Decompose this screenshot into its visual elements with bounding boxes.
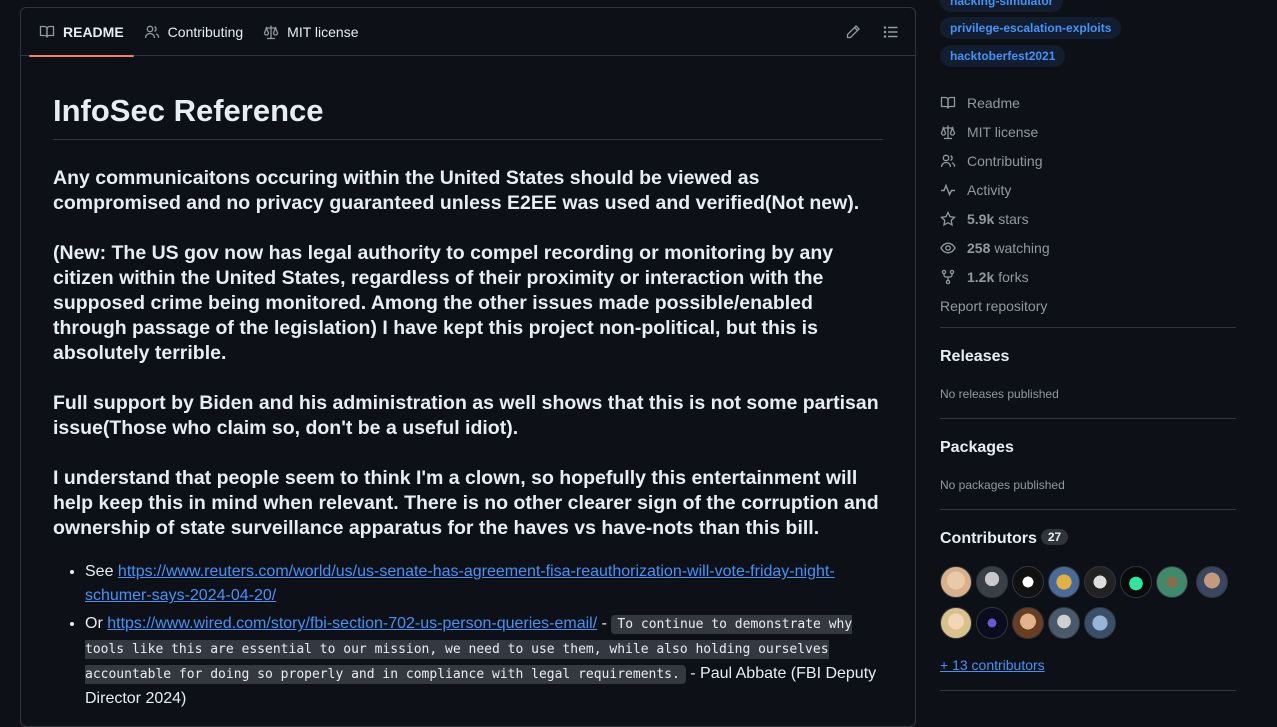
reuters-link[interactable]: https://www.reuters.com/world/us/us-sena… [85,563,835,604]
meta-label: Activity [967,181,1012,198]
repo-meta-list: Readme MIT license Contributing Activity… [940,88,1236,320]
fork-icon [940,269,956,285]
contributors-title[interactable]: Contributors 27 [940,529,1069,548]
divider [940,418,1236,419]
avatar[interactable] [1012,566,1044,598]
contributors-count-badge: 27 [1040,529,1069,545]
meta-stars[interactable]: 5.9k stars [940,204,1236,233]
report-repository-link[interactable]: Report repository [940,291,1236,320]
packages-subtitle: No packages published [940,478,1065,492]
readme-paragraph: Full support by Biden and his administra… [53,392,879,440]
divider [940,509,1236,510]
meta-label: forks [998,268,1029,285]
list-item: Or https://www.wired.com/story/fbi-secti… [85,612,883,711]
releases-title[interactable]: Releases [940,348,1009,366]
meta-readme[interactable]: Readme [940,88,1236,117]
avatar[interactable] [1120,566,1152,598]
tab-label: MIT license [287,23,359,40]
readme-list: See https://www.reuters.com/world/us/us-… [53,560,883,711]
meta-label: stars [998,210,1029,227]
eye-icon [940,240,956,256]
outline-button[interactable] [875,16,907,48]
meta-label: watching [994,239,1050,256]
readme-actions [831,8,907,56]
meta-license[interactable]: MIT license [940,117,1236,146]
edit-button[interactable] [837,16,869,48]
avatar[interactable] [1012,607,1044,639]
topic-tag[interactable]: privilege-escalation-exploits [940,17,1122,39]
more-contributors-link[interactable]: + 13 contributors [940,657,1045,673]
topic-tag[interactable]: hacktoberfest2021 [940,45,1066,67]
readme-panel: README Contributing MIT license InfoSec … [20,7,916,727]
avatar[interactable] [940,607,972,639]
readme-paragraph: I understand that people seem to think I… [53,467,879,540]
readme-content: InfoSec Reference Any communicaitons occ… [21,92,915,711]
readme-paragraph: Any communicaitons occuring within the U… [53,167,860,215]
pencil-icon [845,24,861,40]
book-icon [39,24,55,40]
list-item-prefix: Or [85,615,108,633]
tab-label: Contributing [167,23,244,40]
pulse-icon [940,182,956,198]
meta-activity[interactable]: Activity [940,175,1236,204]
topic-tag[interactable]: hacking-simulator [940,0,1064,12]
meta-count: 5.9k [967,210,995,227]
book-icon [940,95,956,111]
avatar[interactable] [1156,566,1188,598]
topic-row: hacking-simulator [940,0,1064,12]
tab-license[interactable]: MIT license [253,8,368,56]
topic-row: privilege-escalation-exploits [940,17,1122,39]
meta-count: 1.2k [967,268,995,285]
list-item: See https://www.reuters.com/world/us/us-… [85,560,883,608]
contributors-label: Contributors [940,530,1037,547]
law-icon [263,24,279,40]
avatar[interactable] [1048,566,1080,598]
meta-count: 258 [967,239,991,256]
readme-tabs: README Contributing MIT license [21,8,915,57]
avatar[interactable] [1084,607,1116,639]
tab-label: README [63,23,124,40]
meta-label: Readme [967,94,1020,111]
packages-title[interactable]: Packages [940,439,1014,457]
list-item-prefix: See [85,563,118,581]
list-item-separator: - [597,615,612,633]
people-icon [940,153,956,169]
meta-watching[interactable]: 258 watching [940,233,1236,262]
avatar[interactable] [1048,607,1080,639]
star-icon [940,210,956,227]
tab-readme[interactable]: README [29,8,134,57]
law-icon [940,124,956,140]
avatar[interactable] [1084,566,1116,598]
avatar[interactable] [976,566,1008,598]
divider [940,690,1236,691]
avatar[interactable] [1196,566,1229,598]
releases-subtitle: No releases published [940,387,1059,401]
topic-row: hacktoberfest2021 [940,45,1066,67]
meta-label: MIT license [967,123,1039,140]
contributor-avatars [940,566,1240,648]
people-icon [144,24,160,40]
tab-contributing[interactable]: Contributing [134,8,254,56]
readme-paragraph: (New: The US gov now has legal authority… [53,242,834,365]
meta-contributing[interactable]: Contributing [940,146,1236,175]
list-icon [883,24,899,40]
divider [940,327,1236,328]
meta-label: Contributing [967,152,1043,169]
avatar[interactable] [976,607,1008,639]
meta-forks[interactable]: 1.2k forks [940,262,1236,291]
readme-title: InfoSec Reference [53,92,883,141]
wired-link[interactable]: https://www.wired.com/story/fbi-section-… [107,615,597,632]
avatar[interactable] [940,566,972,598]
